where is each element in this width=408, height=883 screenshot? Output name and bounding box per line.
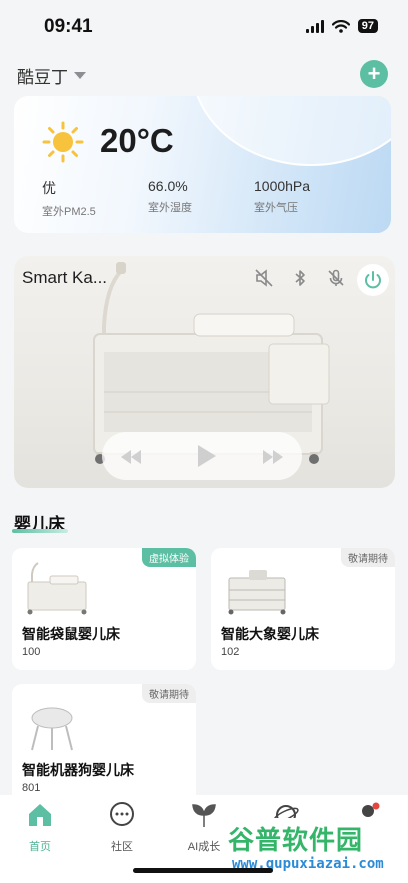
product-count: 801 xyxy=(22,782,41,794)
metric-value: 66.0% xyxy=(148,178,188,194)
product-image xyxy=(31,707,73,751)
power-button[interactable] xyxy=(357,264,389,296)
product-count: 100 xyxy=(22,646,41,658)
rewind-icon[interactable] xyxy=(118,444,144,470)
metric-pm25: 优 室外PM2.5 xyxy=(42,178,96,219)
tab-label: 社区 xyxy=(111,841,133,853)
media-player xyxy=(102,432,302,480)
watermark: 谷普软件园 www.gupuxiazai.com xyxy=(222,818,408,883)
bluetooth-icon[interactable] xyxy=(290,268,310,288)
cellular-signal-icon xyxy=(305,19,324,33)
tab-label: 首页 xyxy=(29,841,51,853)
fast-forward-icon[interactable] xyxy=(260,444,286,470)
status-time: 09:41 xyxy=(44,16,93,37)
home-icon xyxy=(29,804,51,826)
metric-humidity: 66.0% 室外湿度 xyxy=(148,178,192,215)
mic-off-icon[interactable] xyxy=(326,268,346,288)
watermark-title: 谷普软件园 xyxy=(228,826,364,856)
temperature: 20°C xyxy=(100,122,174,159)
product-count: 102 xyxy=(221,646,240,658)
device-card[interactable]: Smart Ka... xyxy=(14,256,395,488)
product-card[interactable]: 敬请期待 智能机器狗婴儿床 801 xyxy=(12,684,196,806)
device-name: Smart Ka... xyxy=(22,268,108,287)
chat-icon xyxy=(110,802,134,826)
metric-value: 1000hPa xyxy=(254,178,311,194)
metric-value: 优 xyxy=(42,180,56,196)
product-card[interactable]: 敬请期待 智能大象婴儿床 102 xyxy=(211,548,395,670)
sprout-icon xyxy=(192,804,216,827)
metric-label: 室外气压 xyxy=(254,202,298,214)
add-button[interactable]: + xyxy=(360,60,388,88)
weather-card[interactable]: 20°C 优 室外PM2.5 66.0% 室外湿度 1000hPa 室外气压 xyxy=(14,96,391,233)
product-name: 智能袋鼠婴儿床 xyxy=(22,626,120,642)
tab-community[interactable]: 社区 xyxy=(92,801,152,854)
product-card[interactable]: 虚拟体验 智能袋鼠婴儿床 100 xyxy=(12,548,196,670)
mute-icon[interactable] xyxy=(254,268,274,288)
home-selector[interactable]: 酷豆丁 xyxy=(17,63,86,88)
section-underline xyxy=(12,529,68,533)
device-status-icons xyxy=(254,268,346,288)
wifi-icon xyxy=(331,19,350,33)
tab-home[interactable]: 首页 xyxy=(10,801,70,854)
status-badge: 敬请期待 xyxy=(142,684,196,703)
product-image xyxy=(27,562,87,615)
metric-label: 室外湿度 xyxy=(148,202,192,214)
status-bar: 09:41 97 xyxy=(0,0,408,52)
product-name: 智能大象婴儿床 xyxy=(221,626,319,642)
status-badge: 敬请期待 xyxy=(341,548,395,567)
metric-pressure: 1000hPa 室外气压 xyxy=(254,178,310,215)
status-icons: 97 xyxy=(305,19,378,33)
product-name: 智能机器狗婴儿床 xyxy=(22,762,134,778)
home-indicator xyxy=(133,868,273,873)
battery-indicator: 97 xyxy=(357,19,378,33)
play-icon[interactable] xyxy=(189,440,221,472)
weather-card-decoration xyxy=(191,96,391,166)
metric-label: 室外PM2.5 xyxy=(42,206,96,218)
status-badge: 虚拟体验 xyxy=(142,548,196,567)
power-icon xyxy=(365,271,381,289)
product-image xyxy=(228,570,286,615)
plus-icon: + xyxy=(367,61,381,86)
sun-icon xyxy=(42,121,84,163)
caret-down-icon xyxy=(74,72,86,79)
home-name: 酷豆丁 xyxy=(17,68,68,87)
